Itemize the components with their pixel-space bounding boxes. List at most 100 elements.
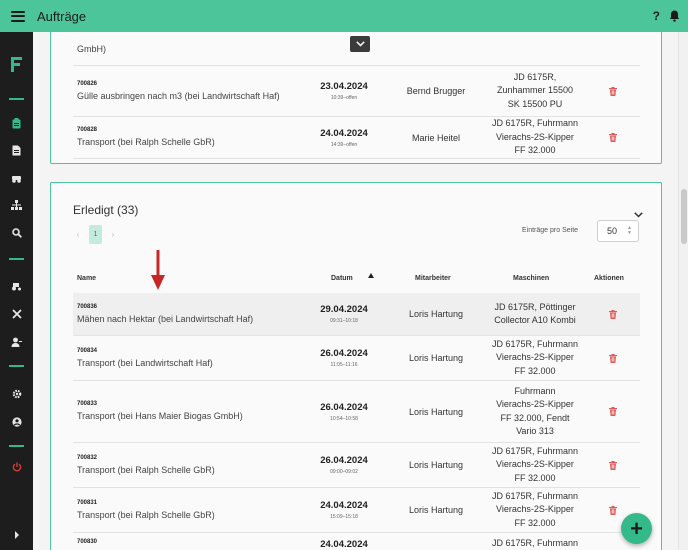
delete-icon[interactable] [601,336,625,380]
order-title: Gülle ausbringen nach m3 (bei Landwirtsc… [77,90,280,101]
order-date: 26.04.2024 [320,455,368,466]
order-time: 10:54–10:58 [330,415,358,422]
gear-icon[interactable] [0,387,33,401]
updown-icon: ▲ ▼ [627,225,632,236]
order-time: 14:39–offen [330,141,358,148]
page-title: Aufträge [37,8,87,24]
order-staff [396,533,476,550]
col-actions: Aktionen [594,274,624,282]
order-id: 700831 [77,499,98,506]
scrollbar[interactable] [678,32,688,550]
document-icon[interactable] [0,143,33,157]
sidebar-divider [9,365,24,367]
order-date: 29.04.2024 [320,304,368,315]
order-id: 700830 [77,539,98,545]
per-page-select[interactable]: 50 ▲ ▼ [597,220,639,242]
tractor-group-icon[interactable] [0,171,33,185]
order-machines: JD 6175R, Fuhrmann Vierachs-2S-Kipper FF 3… [491,338,579,376]
top-bar: Aufträge ? [0,0,688,32]
col-machines: Maschinen [513,274,550,282]
order-title: Transport (bei Ralph Schelle GbR) [77,137,215,147]
order-machines: JD 6175R, Fuhrmann Vierachs-2S-Kipper FF 3… [491,490,579,528]
help-icon[interactable]: ? [653,9,660,23]
col-name[interactable]: Name [77,265,96,291]
order-time: 11:05–11:16 [330,362,358,368]
clipboard-icon[interactable] [0,116,33,130]
hamburger-icon[interactable] [11,10,25,22]
hierarchy-icon[interactable] [0,198,33,212]
order-staff: Loris Hartung [408,353,464,363]
table-row[interactable]: 700833 Transport (bei Hans Maier Biogas G… [73,381,640,443]
sort-ascending-icon[interactable] [368,273,374,278]
order-date: 24.04.2024 [320,127,368,139]
order-staff: Loris Hartung [408,406,464,417]
order-staff: Loris Hartung [408,505,464,515]
order-id: 700834 [77,347,98,354]
order-date: 24.04.2024 [320,500,368,511]
search-icon[interactable] [0,226,33,240]
order-date: 26.04.2024 [320,348,368,359]
order-machines: JD 6175R, Fuhrmann Vierachs-2S-Kipper FF 3… [491,118,579,156]
bell-icon[interactable] [669,10,680,22]
tractor-icon[interactable] [0,279,33,293]
table-row[interactable]: 700832 Transport (bei Ralph Schelle GbR) 2… [73,443,640,488]
next-page-button[interactable]: › [108,230,118,239]
order-time: 09:31–10:18 [330,318,358,324]
order-title: Mähen nach Hektar (bei Landwirtschaft Ha… [77,313,254,324]
user-icon[interactable] [0,335,33,349]
scroll-thumb[interactable] [681,189,687,244]
order-machines: JD 6175R, Fuhrmann [491,538,579,548]
col-date[interactable]: Datum [331,265,353,291]
order-machines: JD 6175R, Fuhrmann Vierachs-2S-Kipper FF 3… [491,445,579,483]
order-machines: JD 6175R, Zunhammer 15500 SK 15500 PU [496,71,574,109]
delete-icon[interactable] [601,117,625,158]
logo[interactable] [0,54,33,74]
row-title: GmbH) [77,44,106,54]
sidebar [0,32,33,550]
table-row[interactable]: 700831 Transport (bei Ralph Schelle GbR) 2… [73,488,640,533]
order-time: 10:39–offen [330,95,358,101]
section-title: Erledigt (33) [73,203,139,217]
account-icon[interactable] [0,415,33,429]
order-id: 700828 [77,127,98,133]
sidebar-divider [9,258,24,260]
delete-icon[interactable] [601,293,625,335]
order-id: 700833 [77,401,98,407]
delete-icon[interactable] [601,443,625,487]
order-id: 700836 [77,303,98,310]
order-title: Transport (bei Landwirtschaft Haf) [77,357,213,368]
annotation-arrow [151,250,165,290]
delete-icon[interactable] [601,66,625,116]
sidebar-divider [9,98,24,100]
delete-icon[interactable] [601,381,625,442]
order-machines: JD 6175R, Pöttinger Collector A10 Kombi [494,301,576,326]
table-row[interactable]: 700826 Gülle ausbringen nach m3 (bei Lan… [73,66,640,117]
main-content: GmbH) 700826 Gülle ausbringen nach m3 (b… [33,32,678,550]
order-id: 700826 [77,80,98,87]
order-date: 26.04.2024 [320,401,368,413]
table-row[interactable]: 700836 Mähen nach Hektar (bei Landwirtsch… [73,293,640,336]
order-date: 23.04.2024 [320,81,368,92]
pagination: ‹ 1 › [73,225,118,244]
expand-icon[interactable] [0,528,33,542]
page-1-button[interactable]: 1 [89,225,102,244]
col-staff: Mitarbeiter [415,274,451,282]
per-page-label: Einträge pro Seite [522,227,579,234]
order-staff: Loris Hartung [408,309,464,319]
order-id: 700832 [77,454,98,461]
order-title: Transport (bei Ralph Schelle GbR) [77,464,215,475]
completed-orders-card: Erledigt (33) ‹ 1 › Einträge pro Seite 5… [50,182,662,550]
order-staff: Loris Hartung [408,460,464,470]
table-row[interactable]: 700834 Transport (bei Landwirtschaft Haf)… [73,336,640,381]
sidebar-divider [9,445,24,447]
table-row[interactable]: 700830 24.04.2024 JD 6175R, Fuhrmann [73,533,640,550]
order-staff: Marie Heitel [411,132,460,143]
add-order-button[interactable]: + [621,513,652,544]
order-time: 15:09–15:18 [330,514,358,520]
tools-icon[interactable] [0,307,33,321]
collapse-header-button[interactable] [350,36,370,52]
table-row[interactable]: 700828 Transport (bei Ralph Schelle GbR)… [73,117,640,159]
power-icon[interactable] [0,460,33,474]
order-time: 09:00–09:02 [330,469,358,475]
prev-page-button[interactable]: ‹ [73,230,83,239]
